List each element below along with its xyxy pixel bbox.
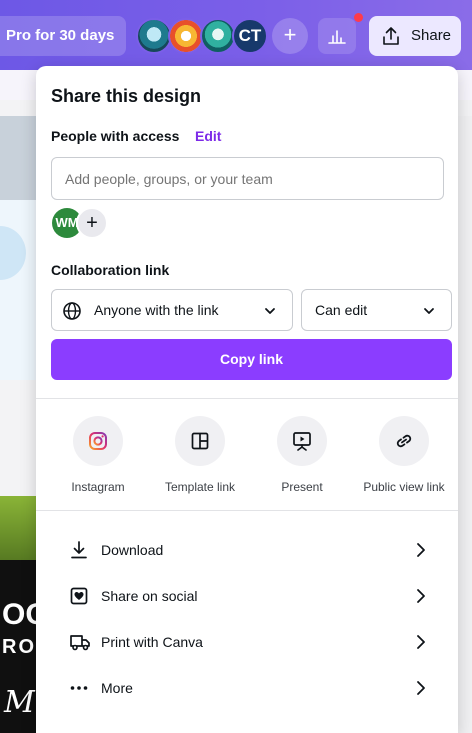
pro-trial-button[interactable]: Pro for 30 days — [0, 16, 126, 56]
collaborator-avatar[interactable] — [168, 18, 204, 54]
copy-link-button[interactable]: Copy link — [51, 339, 452, 380]
chevron-down-icon — [424, 308, 434, 314]
top-bar: Pro for 30 days CT + Share — [0, 0, 472, 70]
insights-button[interactable] — [318, 18, 356, 54]
download-menu-item[interactable]: Download — [36, 528, 458, 572]
people-access-label: People with access — [51, 128, 180, 144]
link-access-dropdown[interactable]: Anyone with the link — [51, 289, 293, 331]
permission-dropdown[interactable]: Can edit — [301, 289, 452, 331]
heart-icon — [70, 587, 88, 605]
collaborator-avatar[interactable] — [136, 18, 172, 54]
bar-chart-icon — [328, 30, 346, 44]
add-member-button[interactable]: + — [76, 207, 108, 239]
link-icon — [396, 434, 412, 448]
instagram-icon — [89, 432, 107, 450]
collaborator-avatar[interactable] — [200, 18, 236, 54]
divider — [36, 510, 458, 511]
notification-dot — [354, 13, 363, 22]
share-panel: Share this design People with access Edi… — [36, 66, 458, 733]
download-icon — [71, 541, 87, 559]
grass-image — [0, 496, 36, 560]
more-menu-item[interactable]: More — [36, 666, 458, 710]
menu-item-label: Print with Canva — [101, 634, 203, 650]
template-icon — [191, 432, 209, 450]
chevron-right-icon — [417, 681, 425, 695]
share-instagram-option[interactable]: Instagram — [48, 416, 148, 506]
share-button[interactable]: Share — [369, 16, 461, 56]
chevron-right-icon — [417, 589, 425, 603]
present-icon — [293, 432, 311, 451]
edit-access-link[interactable]: Edit — [195, 128, 221, 144]
print-with-canva-menu-item[interactable]: Print with Canva — [36, 620, 458, 664]
permission-value: Can edit — [315, 302, 368, 318]
globe-icon — [63, 302, 81, 320]
add-collaborator-button[interactable]: + — [272, 18, 308, 54]
share-label: Share — [411, 27, 452, 44]
upload-icon — [383, 27, 399, 45]
panel-title: Share this design — [51, 86, 202, 106]
more-icon — [70, 686, 88, 690]
chevron-right-icon — [417, 635, 425, 649]
canvas-text-block: OO RO M — [0, 560, 36, 733]
user-avatar-ct[interactable]: CT — [232, 18, 268, 54]
canvas-side-margin — [458, 116, 472, 733]
link-access-value: Anyone with the link — [94, 302, 219, 318]
design-canvas[interactable]: OO RO M — [0, 116, 36, 733]
chevron-down-icon — [265, 308, 275, 314]
share-on-social-menu-item[interactable]: Share on social — [36, 574, 458, 618]
divider — [36, 398, 458, 399]
add-people-input[interactable] — [51, 157, 444, 200]
menu-item-label: Share on social — [101, 588, 198, 604]
collaboration-link-label: Collaboration link — [51, 262, 170, 278]
truck-icon — [70, 635, 90, 651]
share-template-link-option[interactable]: Template link — [150, 416, 250, 506]
share-present-option[interactable]: Present — [252, 416, 352, 506]
chevron-right-icon — [417, 543, 425, 557]
menu-item-label: More — [101, 680, 133, 696]
share-public-view-link-option[interactable]: Public view link — [354, 416, 454, 506]
menu-item-label: Download — [101, 542, 164, 558]
share-option-label: Public view link — [363, 480, 445, 494]
